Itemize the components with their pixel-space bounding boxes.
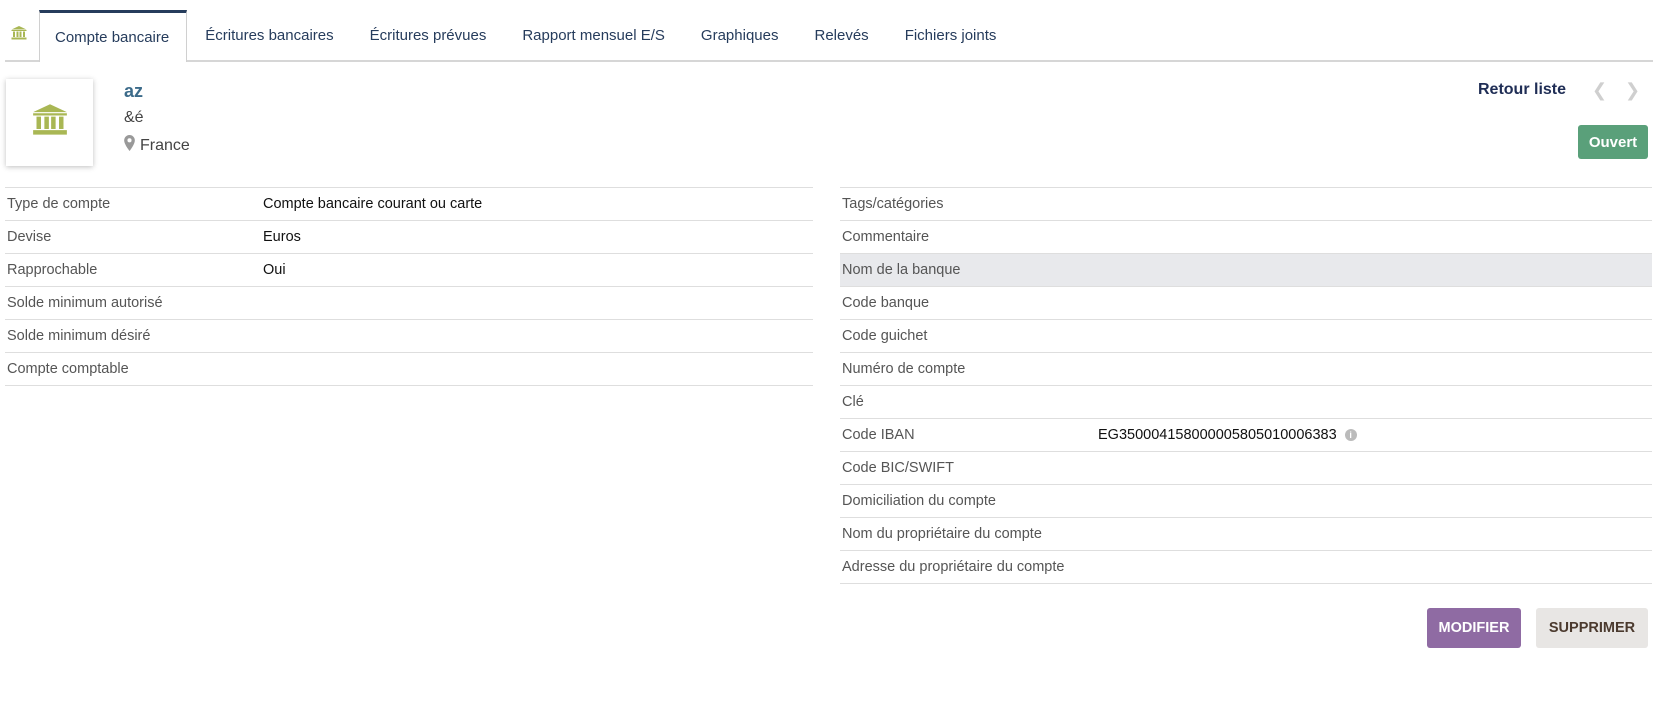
- field-value: [1096, 352, 1652, 386]
- tab-ecritures-bancaires[interactable]: Écritures bancaires: [187, 10, 351, 60]
- account-logo: [6, 79, 93, 166]
- account-fields-left: Type de compte Compte bancaire courant o…: [5, 187, 813, 386]
- tab-bar: Compte bancaire Écritures bancaires Écri…: [5, 10, 1653, 62]
- account-location: France: [124, 135, 190, 156]
- info-icon[interactable]: i: [1344, 429, 1357, 442]
- tab-rapport-mensuel[interactable]: Rapport mensuel E/S: [504, 10, 683, 60]
- table-row: Type de compte Compte bancaire courant o…: [5, 187, 813, 221]
- table-row: Devise Euros: [5, 220, 813, 254]
- bank-icon: [32, 104, 68, 141]
- tab-ecritures-prevues[interactable]: Écritures prévues: [352, 10, 505, 60]
- table-row: Code banque: [840, 286, 1652, 320]
- country-label: France: [140, 136, 190, 154]
- field-value: [1096, 286, 1652, 320]
- table-row-highlighted[interactable]: Nom de la banque: [840, 253, 1652, 287]
- field-value: [1096, 319, 1652, 353]
- field-value: [1096, 220, 1652, 254]
- table-row: Rapprochable Oui: [5, 253, 813, 287]
- field-label: Rapprochable: [5, 253, 261, 287]
- field-value: Euros: [261, 220, 813, 254]
- field-label: Adresse du propriétaire du compte: [840, 550, 1096, 584]
- field-value: [261, 352, 813, 386]
- account-fields-right: Tags/catégories Commentaire Nom de la ba…: [840, 187, 1652, 584]
- field-value: [1096, 517, 1652, 551]
- tab-home[interactable]: [5, 10, 39, 60]
- delete-button[interactable]: SUPPRIMER: [1536, 608, 1648, 648]
- field-label: Code guichet: [840, 319, 1096, 353]
- table-row: Compte comptable: [5, 352, 813, 386]
- tab-fichiers-joints[interactable]: Fichiers joints: [887, 10, 1015, 60]
- field-value: [1096, 451, 1652, 485]
- map-marker-icon: [124, 135, 135, 156]
- table-row: Solde minimum autorisé: [5, 286, 813, 320]
- field-value: [1096, 187, 1652, 221]
- tab-releves[interactable]: Relevés: [796, 10, 886, 60]
- table-row: Commentaire: [840, 220, 1652, 254]
- field-label: Tags/catégories: [840, 187, 1096, 221]
- field-label: Nom du propriétaire du compte: [840, 517, 1096, 551]
- field-label: Devise: [5, 220, 261, 254]
- iban-cell: EG350004158000005805010006383 i: [1096, 418, 1652, 452]
- chevron-left-icon[interactable]: ❮: [1592, 80, 1607, 101]
- field-value: EG350004158000005805010006383: [1098, 427, 1337, 443]
- chevron-right-icon[interactable]: ❯: [1625, 80, 1640, 101]
- table-row: Code guichet: [840, 319, 1652, 353]
- field-label: Solde minimum autorisé: [5, 286, 261, 320]
- field-label: Code banque: [840, 286, 1096, 320]
- table-row: Tags/catégories: [840, 187, 1652, 221]
- field-value: [1096, 385, 1652, 419]
- field-value: [261, 286, 813, 320]
- table-row: Clé: [840, 385, 1652, 419]
- bank-icon: [11, 26, 27, 44]
- field-label: Solde minimum désiré: [5, 319, 261, 353]
- table-row: Code BIC/SWIFT: [840, 451, 1652, 485]
- field-label: Type de compte: [5, 187, 261, 221]
- account-label: &é: [124, 109, 144, 126]
- field-value: [1096, 484, 1652, 518]
- field-label: Clé: [840, 385, 1096, 419]
- table-row: Adresse du propriétaire du compte: [840, 550, 1652, 584]
- field-label: Numéro de compte: [840, 352, 1096, 386]
- field-label: Compte comptable: [5, 352, 261, 386]
- field-label: Commentaire: [840, 220, 1096, 254]
- table-row: Numéro de compte: [840, 352, 1652, 386]
- table-row: Code IBAN EG350004158000005805010006383 i: [840, 418, 1652, 452]
- field-label: Domiciliation du compte: [840, 484, 1096, 518]
- field-value: Oui: [261, 253, 813, 287]
- account-ref: az: [124, 81, 144, 101]
- field-value: Compte bancaire courant ou carte: [261, 187, 813, 221]
- table-row: Solde minimum désiré: [5, 319, 813, 353]
- field-label: Code IBAN: [840, 418, 1096, 452]
- field-label: Code BIC/SWIFT: [840, 451, 1096, 485]
- table-row: Domiciliation du compte: [840, 484, 1652, 518]
- status-badge: Ouvert: [1578, 125, 1648, 159]
- back-to-list-link[interactable]: Retour liste: [1478, 81, 1566, 99]
- field-label: Nom de la banque: [840, 253, 1096, 287]
- tab-graphiques[interactable]: Graphiques: [683, 10, 797, 60]
- field-value: [1096, 550, 1652, 584]
- table-row: Nom du propriétaire du compte: [840, 517, 1652, 551]
- modify-button[interactable]: MODIFIER: [1427, 608, 1521, 648]
- tab-compte-bancaire[interactable]: Compte bancaire: [39, 10, 188, 62]
- field-value: [1096, 253, 1652, 287]
- field-value: [261, 319, 813, 353]
